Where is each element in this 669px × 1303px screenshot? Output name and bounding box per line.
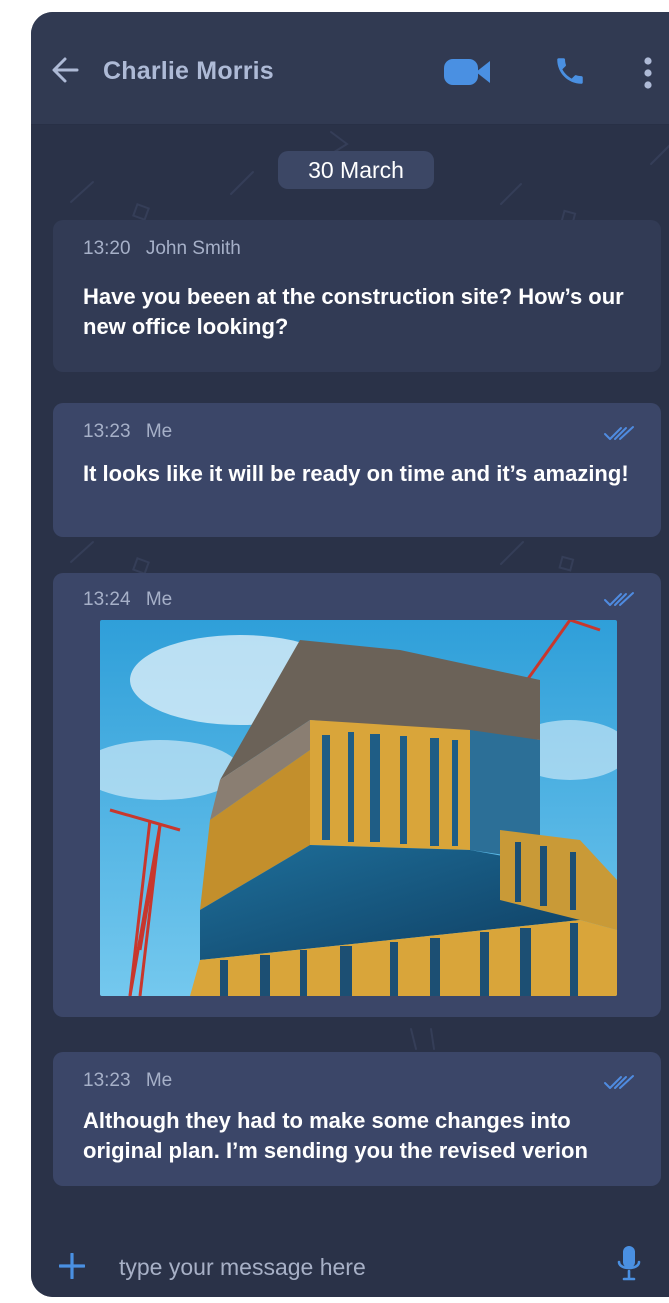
message-bubble-incoming[interactable]: 13:20 John Smith Have you beeen at the c… [53, 220, 661, 372]
chat-header: Charlie Morris [31, 12, 669, 125]
more-vertical-icon[interactable] [643, 56, 653, 90]
message-time: 13:23 [83, 421, 131, 442]
message-meta: 13:20 John Smith [83, 238, 241, 260]
message-sender: Me [145, 589, 173, 610]
contact-name[interactable]: Charlie Morris [103, 57, 274, 86]
date-separator: 30 March [278, 151, 434, 189]
message-text: Although they had to make some changes i… [83, 1108, 588, 1163]
message-meta: 13:23 Me [83, 1070, 172, 1092]
message-text: It looks like it will be ready on time a… [83, 461, 629, 486]
message-meta: 13:23 Me [83, 421, 172, 443]
read-ticks-icon [604, 592, 634, 606]
message-meta: 13:24 Me [83, 589, 172, 611]
message-time: 13:24 [83, 589, 131, 610]
message-input[interactable] [117, 1248, 591, 1286]
read-ticks-icon [604, 426, 634, 440]
microphone-icon[interactable] [617, 1246, 641, 1282]
message-bubble-photo[interactable]: 13:24 Me [53, 573, 661, 1017]
phone-call-icon[interactable] [553, 54, 587, 88]
video-call-icon[interactable] [444, 57, 492, 87]
message-composer [31, 1222, 669, 1297]
message-bubble-outgoing[interactable]: 13:23 Me It looks like it will be ready … [53, 403, 661, 537]
read-ticks-icon [604, 1075, 634, 1089]
message-sender: Me [145, 421, 173, 442]
message-sender: Me [145, 1070, 173, 1091]
message-sender: John Smith [145, 238, 241, 259]
message-text: Have you beeen at the construction site?… [83, 284, 624, 339]
back-arrow-icon[interactable] [51, 56, 79, 84]
chat-window: Charlie Morris 30 March 13:20 John Smith… [31, 12, 669, 1297]
message-time: 13:23 [83, 1070, 131, 1091]
building-photo[interactable] [100, 620, 617, 996]
message-time: 13:20 [83, 238, 131, 259]
message-bubble-outgoing[interactable]: 13:23 Me Although they had to make some … [53, 1052, 661, 1186]
plus-icon[interactable] [59, 1253, 85, 1279]
